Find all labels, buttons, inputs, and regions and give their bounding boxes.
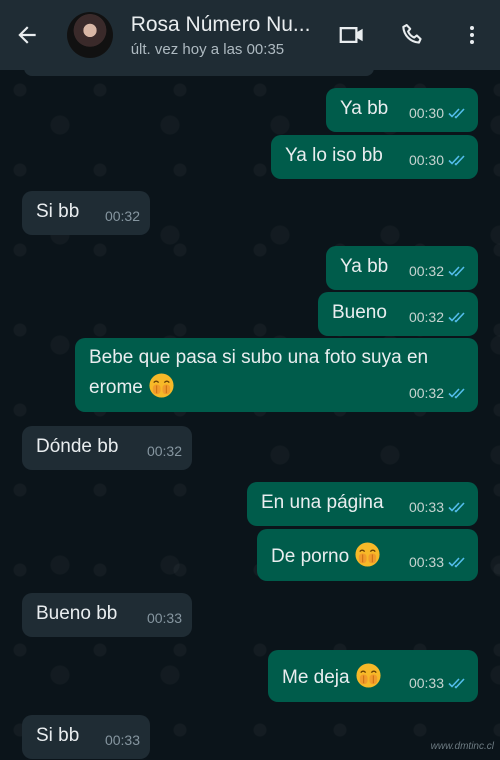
previous-message-edge bbox=[24, 70, 374, 76]
read-ticks-icon bbox=[448, 312, 465, 323]
contact-name: Rosa Número Nu... bbox=[130, 12, 311, 36]
read-ticks-icon bbox=[448, 155, 465, 166]
video-call-icon bbox=[340, 27, 364, 43]
read-ticks-icon bbox=[448, 557, 465, 568]
more-vert-icon bbox=[469, 26, 474, 44]
message-time: 00:30 bbox=[408, 105, 444, 121]
message-text: Dónde bb bbox=[36, 436, 119, 457]
phone-icon bbox=[402, 24, 422, 44]
video-call-button[interactable] bbox=[322, 0, 383, 70]
voice-call-button[interactable] bbox=[383, 0, 444, 70]
message-text: En una página bbox=[261, 492, 384, 513]
outgoing-message[interactable]: En una página 00:33 bbox=[247, 482, 478, 526]
message-time: 00:32 bbox=[408, 263, 444, 279]
outgoing-message[interactable]: Me deja 00:33 bbox=[268, 650, 478, 702]
message-time: 00:30 bbox=[408, 152, 444, 168]
message-text: Bueno bbox=[332, 302, 387, 323]
outgoing-message[interactable]: Bueno 00:32 bbox=[318, 292, 478, 336]
message-text-with-emoji: Me deja bbox=[282, 662, 382, 691]
outgoing-message[interactable]: Bebe que pasa si subo una foto suya en e… bbox=[75, 338, 478, 412]
message-text: Bueno bb bbox=[36, 603, 118, 624]
face-with-hands-over-mouth-emoji-icon bbox=[355, 542, 381, 567]
last-seen-status: últ. vez hoy a las 00:35 bbox=[130, 40, 285, 58]
outgoing-message[interactable]: Ya bb 00:30 bbox=[326, 88, 478, 132]
message-text: De porno bbox=[271, 546, 350, 567]
incoming-message[interactable]: Si bb 00:32 bbox=[22, 191, 150, 235]
incoming-message[interactable]: Si bb 00:33 bbox=[22, 715, 150, 759]
message-list[interactable]: Ya bb 00:30 Ya lo iso bb 00:30 Si bb 00:… bbox=[0, 70, 500, 760]
message-text-with-emoji: De porno bbox=[271, 541, 381, 570]
read-ticks-icon bbox=[448, 108, 465, 119]
message-text: Ya lo iso bb bbox=[285, 145, 383, 166]
message-time: 00:32 bbox=[408, 309, 444, 325]
message-text: Ya bb bbox=[340, 98, 389, 119]
read-ticks-icon bbox=[448, 678, 465, 689]
message-time: 00:33 bbox=[104, 732, 140, 748]
message-text: Bebe que pasa si subo una foto suya en bbox=[89, 347, 429, 368]
read-ticks-icon bbox=[448, 502, 465, 513]
watermark: www.dmtinc.cl bbox=[430, 741, 494, 752]
outgoing-message[interactable]: De porno 00:33 bbox=[257, 529, 478, 581]
incoming-message[interactable]: Bueno bb 00:33 bbox=[22, 593, 192, 637]
message-time: 00:32 bbox=[104, 208, 140, 224]
avatar[interactable] bbox=[66, 12, 113, 58]
face-with-hands-over-mouth-emoji-icon bbox=[149, 373, 174, 398]
message-time: 00:32 bbox=[146, 443, 182, 459]
message-text: Si bb bbox=[36, 725, 80, 746]
message-text: Me deja bbox=[282, 667, 350, 688]
message-time: 00:33 bbox=[408, 554, 444, 570]
read-ticks-icon bbox=[448, 388, 465, 399]
read-ticks-icon bbox=[448, 266, 465, 277]
message-time: 00:33 bbox=[146, 610, 182, 626]
message-text-line2: erome bbox=[89, 377, 143, 398]
outgoing-message[interactable]: Ya bb 00:32 bbox=[326, 246, 478, 290]
face-with-hands-over-mouth-emoji-icon bbox=[356, 663, 381, 688]
message-text: Si bb bbox=[36, 201, 80, 222]
contact-info[interactable]: Rosa Número Nu... últ. vez hoy a las 00:… bbox=[131, 13, 322, 58]
outgoing-message[interactable]: Ya lo iso bb 00:30 bbox=[271, 135, 478, 179]
more-options-button[interactable] bbox=[443, 0, 500, 70]
message-time: 00:33 bbox=[408, 675, 444, 691]
back-arrow-icon bbox=[18, 26, 37, 44]
chat-header: Rosa Número Nu... últ. vez hoy a las 00:… bbox=[0, 0, 500, 70]
back-button[interactable] bbox=[0, 0, 55, 70]
message-text: Ya bb bbox=[340, 256, 389, 277]
message-time: 00:32 bbox=[408, 385, 444, 401]
incoming-message[interactable]: Dónde bb 00:32 bbox=[22, 426, 192, 470]
message-time: 00:33 bbox=[408, 499, 444, 515]
